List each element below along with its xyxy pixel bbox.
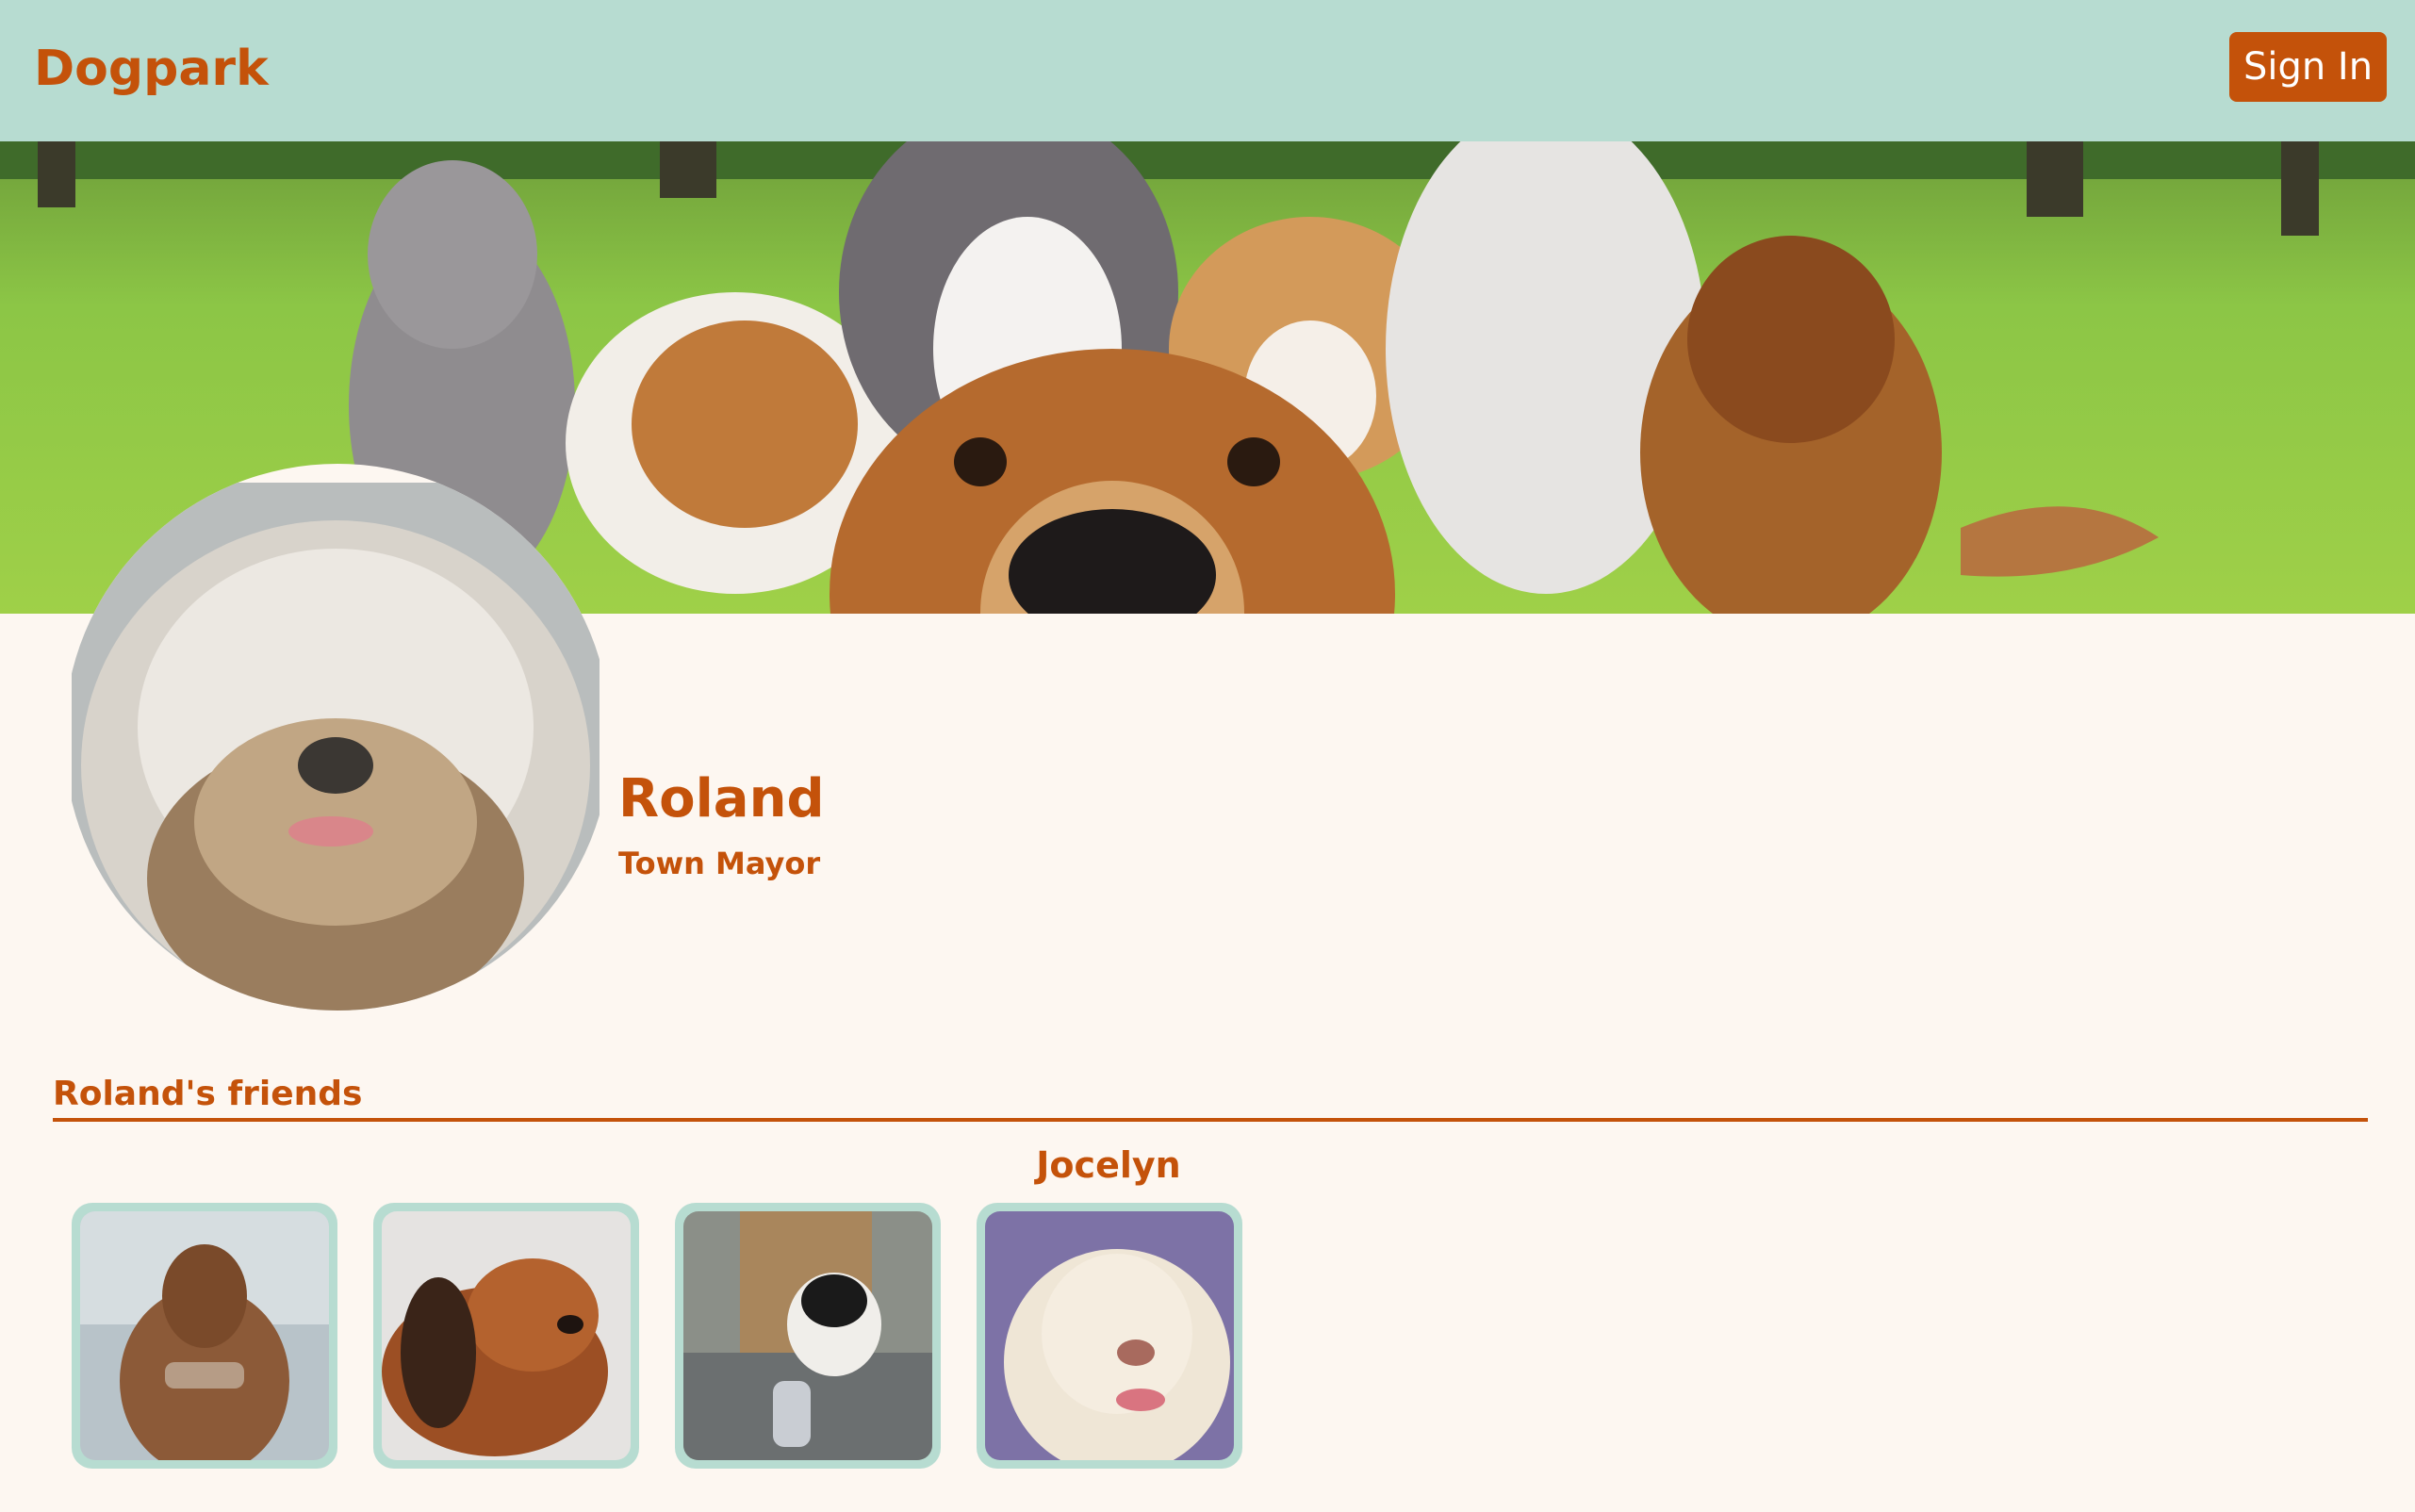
profile-name: Roland bbox=[618, 768, 825, 830]
friend-name-tooltip: Jocelyn bbox=[1036, 1144, 1181, 1186]
friend-photo bbox=[985, 1211, 1234, 1460]
top-navbar: Dogpark Sign In bbox=[0, 0, 2415, 141]
dog-photo-black-white-puppy bbox=[683, 1211, 932, 1460]
friend-photo bbox=[683, 1211, 932, 1460]
sign-in-button[interactable]: Sign In bbox=[2229, 32, 2387, 102]
friend-photo bbox=[382, 1211, 631, 1460]
section-divider bbox=[53, 1118, 2368, 1122]
profile-avatar bbox=[64, 464, 611, 1011]
friend-card[interactable] bbox=[675, 1203, 941, 1469]
dog-photo-dachshund-lying bbox=[382, 1211, 631, 1460]
friend-card[interactable] bbox=[977, 1203, 1242, 1469]
shaggy-dog-photo bbox=[72, 483, 600, 1011]
friend-photo bbox=[80, 1211, 329, 1460]
dog-photo-long-haired-dachshund bbox=[80, 1211, 329, 1460]
brand-logo[interactable]: Dogpark bbox=[34, 36, 269, 102]
profile-title: Town Mayor bbox=[618, 846, 821, 881]
friend-card[interactable] bbox=[72, 1203, 337, 1469]
dog-photo-yellow-labrador bbox=[985, 1211, 1234, 1460]
friend-card[interactable] bbox=[373, 1203, 639, 1469]
friends-heading: Roland's friends bbox=[53, 1075, 363, 1113]
